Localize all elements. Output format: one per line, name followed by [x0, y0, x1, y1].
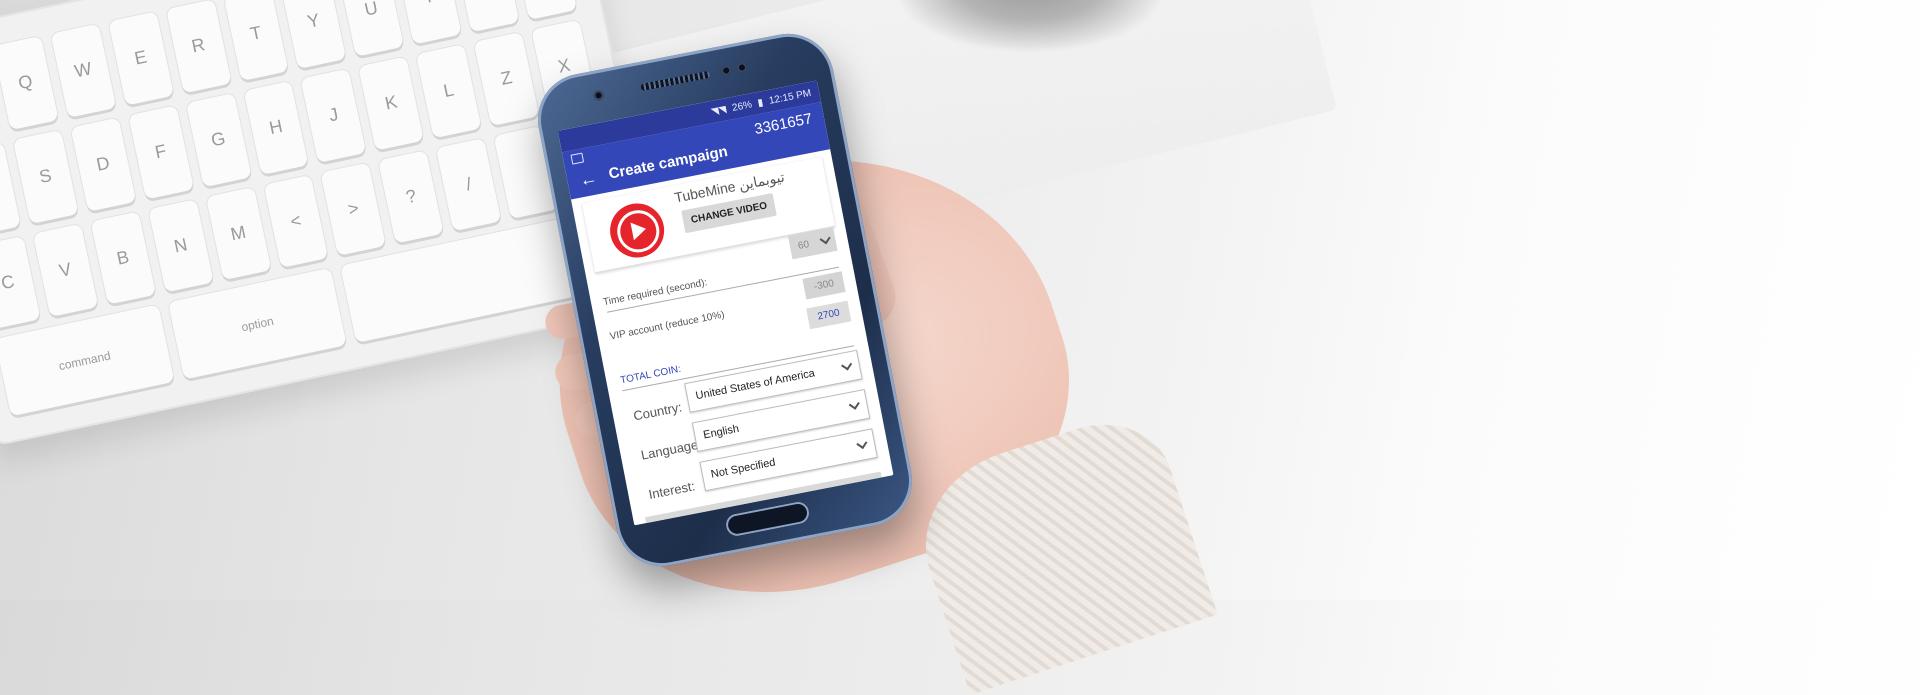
keyboard-key: P	[511, 0, 578, 20]
keyboard-key: W	[50, 23, 117, 118]
tubemine-logo	[605, 198, 669, 263]
country-label: Country:	[632, 399, 684, 424]
keyboard-key: ?	[378, 149, 444, 244]
keyboard-key: Z	[473, 31, 540, 126]
keyboard-key: V	[32, 223, 99, 318]
keyboard-key: L	[416, 43, 482, 138]
keyboard-key: /	[435, 137, 502, 232]
chevron-down-icon	[848, 398, 860, 410]
signal-icon: ◥◥	[710, 103, 728, 118]
keyboard-key: O	[453, 0, 520, 32]
chevron-down-icon	[856, 437, 868, 450]
earpiece-speaker	[640, 70, 711, 92]
keyboard-key: T	[223, 0, 289, 81]
home-button[interactable]	[724, 500, 811, 538]
keyboard-key: K	[358, 56, 425, 151]
keyboard-key: R	[165, 0, 232, 94]
keyboard-key: G	[185, 92, 252, 187]
phone-screen: ◥◥ 26% ▮ 12:15 PM ← Create campaign 3361…	[557, 80, 894, 526]
image-icon	[570, 152, 585, 165]
language-value: English	[702, 422, 741, 442]
vip-value: -300	[802, 271, 846, 300]
chevron-down-icon	[819, 233, 831, 245]
keyboard-key: F	[127, 105, 194, 200]
keyboard-key: J	[300, 68, 367, 163]
keyboard-key: S	[12, 129, 79, 224]
keyboard-key: E	[107, 11, 174, 106]
clock: 12:15 PM	[767, 87, 813, 107]
keyboard-keys: XQWERTYUIOPASDFGHJKLZXCVBNM<>?/commandop…	[0, 0, 636, 417]
keyboard-key: >	[320, 161, 387, 257]
battery-level: 26%	[731, 98, 753, 114]
back-arrow-icon[interactable]: ←	[578, 167, 599, 190]
time-required-value: 60	[797, 239, 811, 252]
chevron-down-icon	[841, 359, 853, 371]
keyboard-key: Q	[0, 35, 59, 130]
interest-value: Not Specified	[709, 456, 777, 481]
interest-label: Interest:	[647, 478, 697, 502]
keyboard-key: M	[205, 186, 272, 281]
page-title: Create campaign	[607, 142, 730, 183]
coin-balance: 3361657	[753, 110, 814, 139]
sensor-icon	[720, 64, 733, 77]
keyboard-key: U	[338, 0, 405, 57]
battery-icon: ▮	[756, 96, 765, 109]
keyboard-key: H	[243, 80, 309, 175]
camera-icon	[592, 89, 605, 102]
keyboard-key: B	[90, 210, 156, 305]
keyboard-key: N	[147, 198, 214, 293]
keyboard-key: D	[70, 117, 136, 212]
keyboard-key: C	[0, 235, 41, 330]
keyboard-key: <	[263, 174, 329, 269]
front-camera-icon	[736, 61, 748, 74]
keyboard-key: I	[396, 0, 462, 45]
keyboard-key: Y	[280, 0, 347, 69]
